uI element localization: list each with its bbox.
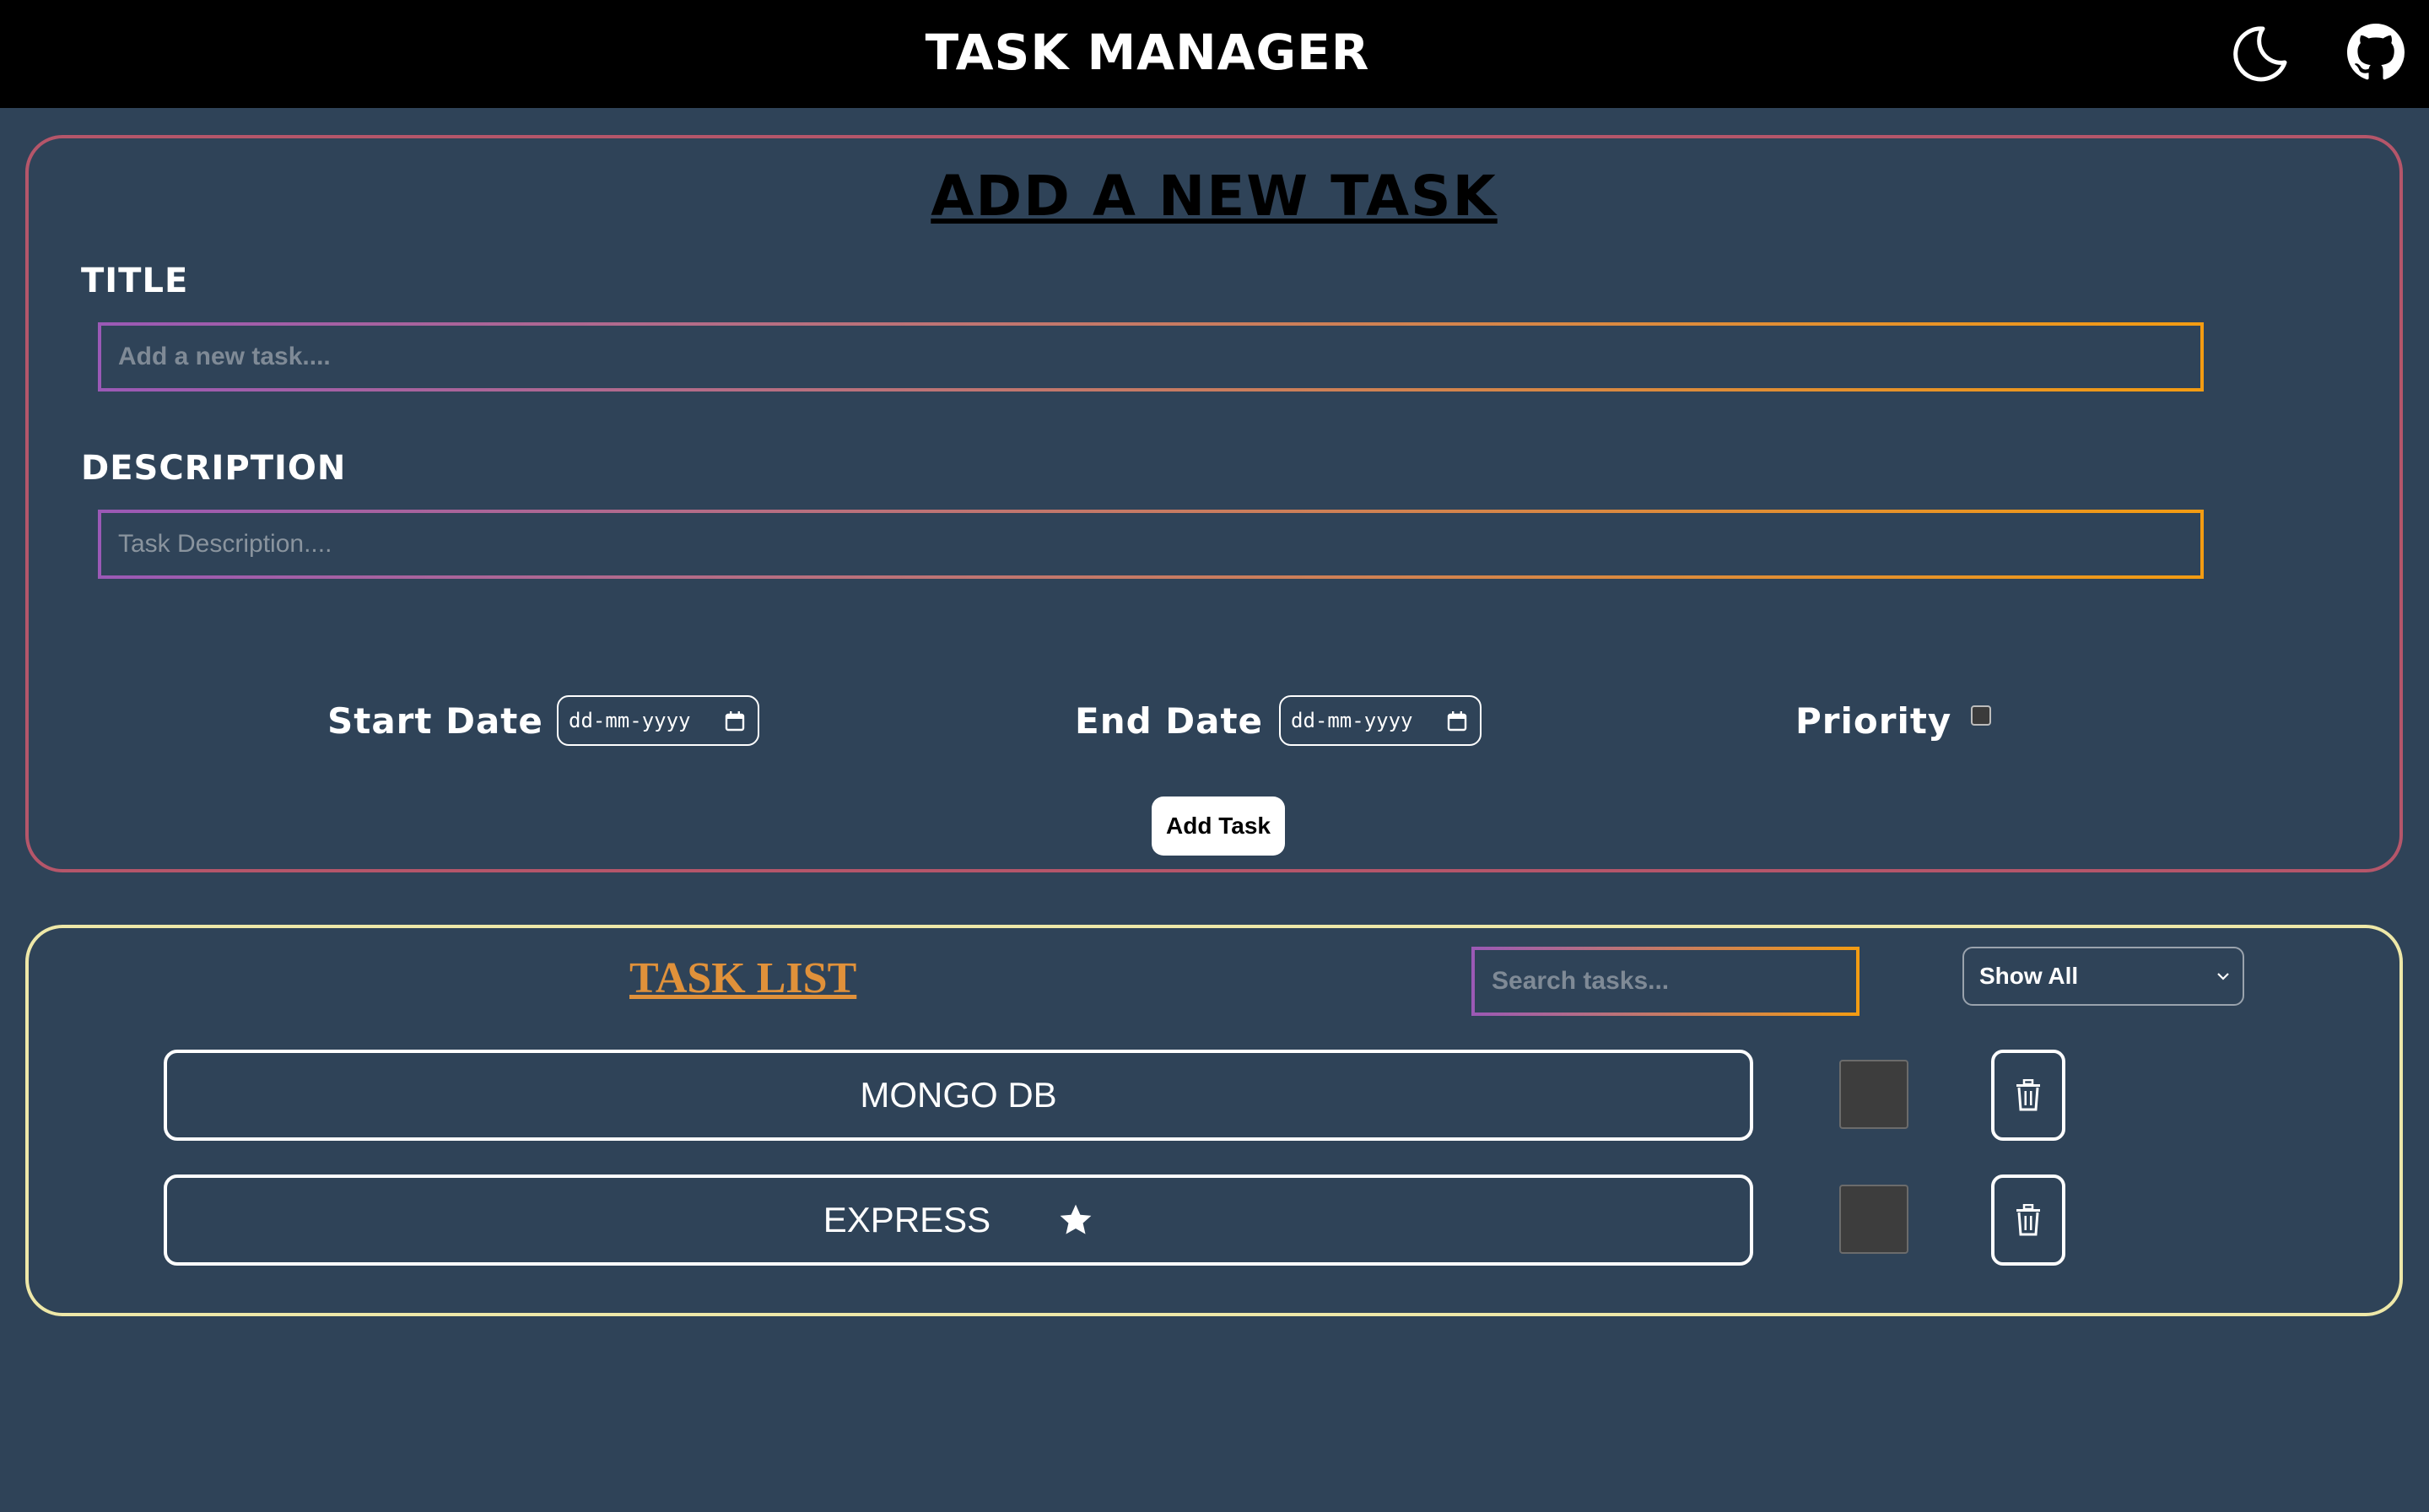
task-complete-checkbox[interactable] — [1839, 1185, 1908, 1254]
end-date-value: dd-mm-yyyy — [1291, 709, 1413, 732]
start-date-label: Start Date — [327, 700, 543, 742]
task-title: MONGO DB — [860, 1075, 1057, 1115]
moon-icon[interactable] — [2229, 24, 2290, 84]
add-task-button[interactable]: Add Task — [1152, 796, 1285, 856]
task-title: EXPRESS — [823, 1200, 991, 1239]
app-title: TASK MANAGER — [925, 24, 1370, 81]
end-date-input[interactable]: dd-mm-yyyy — [1279, 695, 1482, 746]
priority-label: Priority — [1795, 700, 1952, 742]
calendar-icon[interactable] — [724, 710, 746, 732]
title-label: TITLE — [81, 262, 189, 300]
chevron-down-icon — [2217, 973, 2229, 980]
trash-icon — [2016, 1204, 2040, 1236]
task-item[interactable]: MONGO DB — [164, 1050, 1753, 1141]
calendar-icon[interactable] — [1446, 710, 1468, 732]
top-bar: TASK MANAGER — [0, 0, 2429, 108]
task-list-panel: TASK LIST Show All MONGO DB EXPRESS — [25, 925, 2403, 1316]
start-date-value: dd-mm-yyyy — [569, 709, 691, 732]
description-label: DESCRIPTION — [81, 449, 347, 488]
task-row: MONGO DB — [29, 1050, 2399, 1142]
search-input[interactable] — [1471, 947, 1860, 1016]
add-task-heading: ADD A NEW TASK — [931, 164, 1498, 229]
star-icon — [1060, 1204, 1092, 1234]
end-date-label: End Date — [1075, 700, 1264, 742]
github-icon[interactable] — [2347, 24, 2408, 84]
description-input[interactable] — [98, 510, 2204, 579]
title-input[interactable] — [98, 322, 2204, 392]
task-complete-checkbox[interactable] — [1839, 1060, 1908, 1129]
filter-selected-value: Show All — [1979, 963, 2079, 989]
task-item[interactable]: EXPRESS — [164, 1174, 1753, 1266]
trash-icon — [2016, 1079, 2040, 1111]
task-list-heading: TASK LIST — [629, 954, 857, 1002]
priority-checkbox[interactable] — [1971, 705, 1991, 726]
task-row: EXPRESS — [29, 1174, 2399, 1267]
filter-select[interactable]: Show All — [1962, 947, 2244, 1006]
add-task-panel: ADD A NEW TASK TITLE DESCRIPTION Start D… — [25, 135, 2403, 872]
delete-task-button[interactable] — [1991, 1050, 2065, 1141]
start-date-input[interactable]: dd-mm-yyyy — [557, 695, 759, 746]
delete-task-button[interactable] — [1991, 1174, 2065, 1266]
